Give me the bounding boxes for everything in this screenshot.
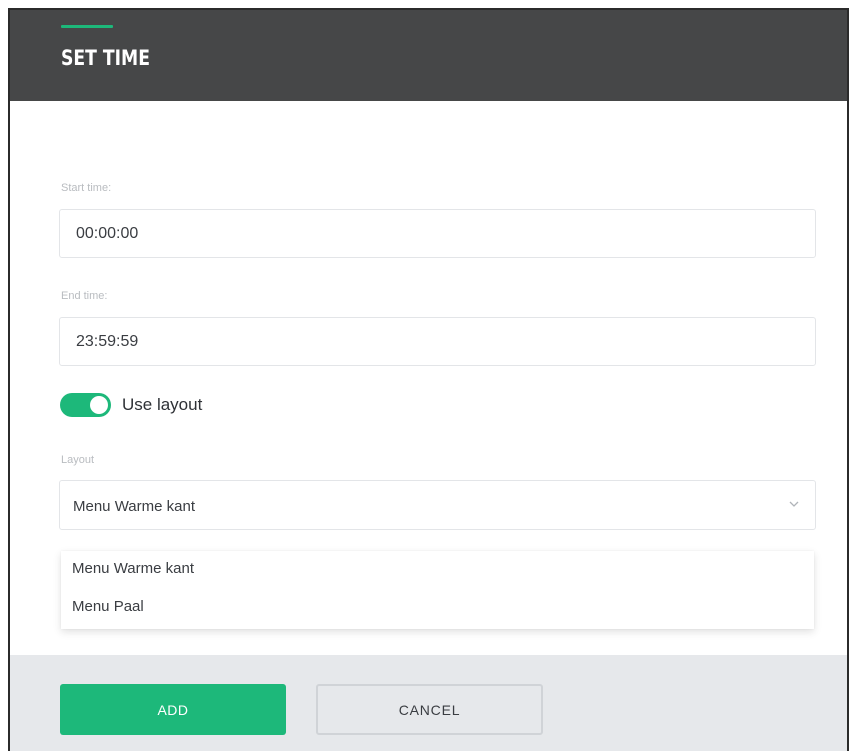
end-time-label: End time: xyxy=(61,290,108,302)
use-layout-toggle[interactable] xyxy=(60,393,111,417)
cancel-button[interactable]: CANCEL xyxy=(316,684,543,735)
layout-select-value: Menu Warme kant xyxy=(73,498,195,515)
dropdown-option-menu-warme-kant[interactable]: Menu Warme kant xyxy=(72,560,194,577)
set-time-dialog: SET TIME Start time: End time: Use layou… xyxy=(8,8,849,751)
layout-select[interactable]: Menu Warme kant xyxy=(59,480,816,530)
dialog-title: SET TIME xyxy=(61,46,150,70)
dialog-footer: ADD CANCEL xyxy=(10,655,847,751)
use-layout-label: Use layout xyxy=(122,395,203,414)
header-accent-bar xyxy=(61,25,113,28)
toggle-knob xyxy=(90,396,108,414)
start-time-label: Start time: xyxy=(61,182,112,194)
layout-dropdown-menu: Menu Warme kant Menu Paal xyxy=(61,551,814,629)
chevron-down-icon xyxy=(789,501,799,507)
layout-label: Layout xyxy=(61,454,95,466)
end-time-input[interactable] xyxy=(59,317,816,366)
dropdown-option-menu-paal[interactable]: Menu Paal xyxy=(72,598,144,615)
add-button[interactable]: ADD xyxy=(60,684,286,735)
dialog-header: SET TIME xyxy=(10,10,847,101)
start-time-input[interactable] xyxy=(59,209,816,258)
